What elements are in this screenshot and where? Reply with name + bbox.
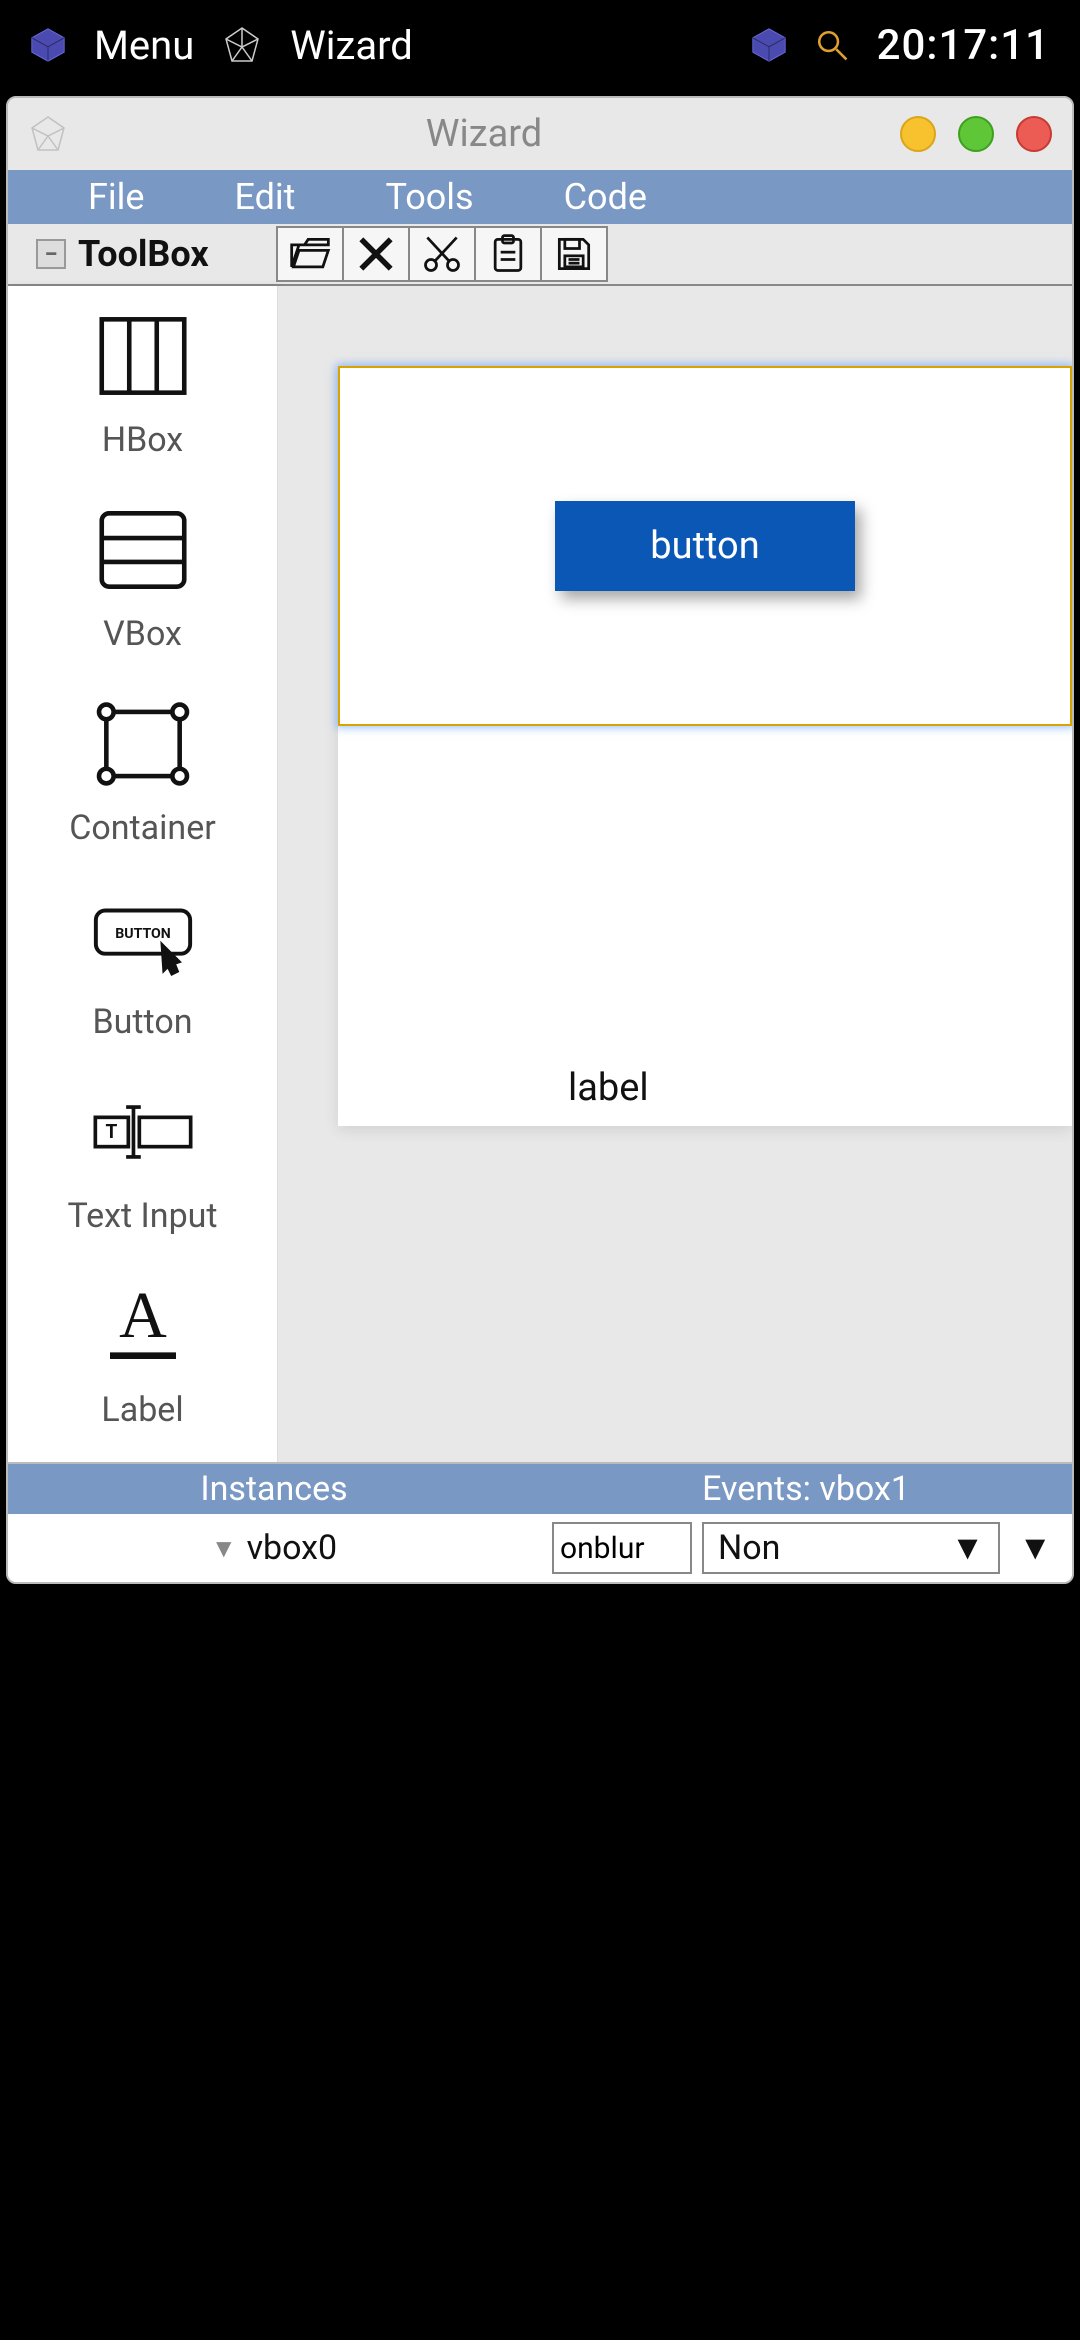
- toolbox-panel: HBox VBox Container: [8, 286, 278, 1462]
- toolbox-label: VBox: [103, 614, 182, 654]
- menu-tools[interactable]: Tools: [385, 176, 473, 218]
- os-menu-label[interactable]: Menu: [94, 22, 194, 69]
- design-canvas-area[interactable]: button label: [278, 286, 1072, 1462]
- chevron-down-icon: ▼: [951, 1528, 985, 1568]
- save-icon: [552, 232, 596, 276]
- toolbox-label: Text Input: [67, 1196, 217, 1236]
- svg-text:A: A: [119, 1279, 167, 1352]
- maximize-button[interactable]: [958, 116, 994, 152]
- os-menu-bar: Menu Wizard 20:17:11: [0, 0, 1080, 90]
- paste-button[interactable]: [474, 226, 542, 282]
- instances-panel: Instances ▼ vbox0: [8, 1464, 540, 1582]
- toolbox-item-vbox[interactable]: VBox: [8, 500, 277, 654]
- event-name-input[interactable]: [552, 1522, 692, 1574]
- window-title: Wizard: [68, 112, 900, 156]
- menubar: File Edit Tools Code: [8, 170, 1072, 224]
- wireframe-icon[interactable]: [222, 25, 262, 65]
- toolbox-header[interactable]: − ToolBox: [8, 233, 278, 275]
- events-header: Events: vbox1: [540, 1464, 1072, 1514]
- bottom-panels: Instances ▼ vbox0 Events: vbox1 Non ▼ ▼: [8, 1462, 1072, 1582]
- text-input-icon: T: [88, 1082, 198, 1182]
- design-root-container[interactable]: button label: [338, 366, 1072, 1126]
- instance-name[interactable]: vbox0: [247, 1528, 338, 1568]
- folder-open-icon: [288, 232, 332, 276]
- toolbox-title: ToolBox: [78, 233, 209, 275]
- os-app-label[interactable]: Wizard: [290, 22, 413, 69]
- toolbox-label: Container: [69, 808, 216, 848]
- save-button[interactable]: [540, 226, 608, 282]
- chevron-down-icon[interactable]: ▼: [1010, 1528, 1060, 1568]
- cut-button[interactable]: [408, 226, 476, 282]
- events-row: Non ▼ ▼: [540, 1514, 1072, 1582]
- clock: 20:17:11: [877, 21, 1050, 70]
- toolbox-label: Label: [101, 1390, 183, 1430]
- menu-code[interactable]: Code: [564, 176, 647, 218]
- label-icon: A: [88, 1276, 198, 1376]
- app-window: Wizard File Edit Tools Code − ToolBox: [6, 96, 1074, 1584]
- titlebar[interactable]: Wizard: [8, 98, 1072, 170]
- app-icon: [28, 114, 68, 154]
- search-icon[interactable]: [815, 28, 849, 62]
- minimize-button[interactable]: [900, 116, 936, 152]
- menu-edit[interactable]: Edit: [235, 176, 296, 218]
- toolbox-item-container[interactable]: Container: [8, 694, 277, 848]
- button-icon: BUTTON: [88, 888, 198, 988]
- container-icon: [88, 694, 198, 794]
- toolbox-label: Button: [92, 1002, 192, 1042]
- design-button-widget[interactable]: button: [555, 501, 855, 591]
- instances-row[interactable]: ▼ vbox0: [8, 1514, 540, 1582]
- clipboard-icon: [486, 232, 530, 276]
- cube-icon[interactable]: [30, 27, 66, 63]
- design-label-widget[interactable]: label: [568, 1066, 649, 1110]
- menu-file[interactable]: File: [88, 176, 145, 218]
- svg-text:BUTTON: BUTTON: [115, 926, 170, 942]
- event-handler-select[interactable]: Non ▼: [702, 1522, 1000, 1574]
- event-handler-value: Non: [718, 1528, 780, 1568]
- hbox-icon: [88, 306, 198, 406]
- instances-header: Instances: [8, 1464, 540, 1514]
- close-button[interactable]: [1016, 116, 1052, 152]
- toolbox-item-hbox[interactable]: HBox: [8, 306, 277, 460]
- close-x-icon: [354, 232, 398, 276]
- cube-tray-icon[interactable]: [751, 27, 787, 63]
- toolbox-item-label[interactable]: A Label: [8, 1276, 277, 1430]
- scissors-icon: [420, 232, 464, 276]
- expand-icon[interactable]: ▼: [211, 1533, 237, 1564]
- empty-area: [0, 1590, 1080, 2340]
- selected-vbox[interactable]: button: [338, 366, 1072, 726]
- svg-text:T: T: [105, 1120, 117, 1143]
- vbox-icon: [88, 500, 198, 600]
- toolbox-item-button[interactable]: BUTTON Button: [8, 888, 277, 1042]
- events-panel: Events: vbox1 Non ▼ ▼: [540, 1464, 1072, 1582]
- delete-button[interactable]: [342, 226, 410, 282]
- toolbox-item-textinput[interactable]: T Text Input: [8, 1082, 277, 1236]
- collapse-icon[interactable]: −: [36, 239, 66, 269]
- toolbox-label: HBox: [102, 420, 183, 460]
- open-button[interactable]: [276, 226, 344, 282]
